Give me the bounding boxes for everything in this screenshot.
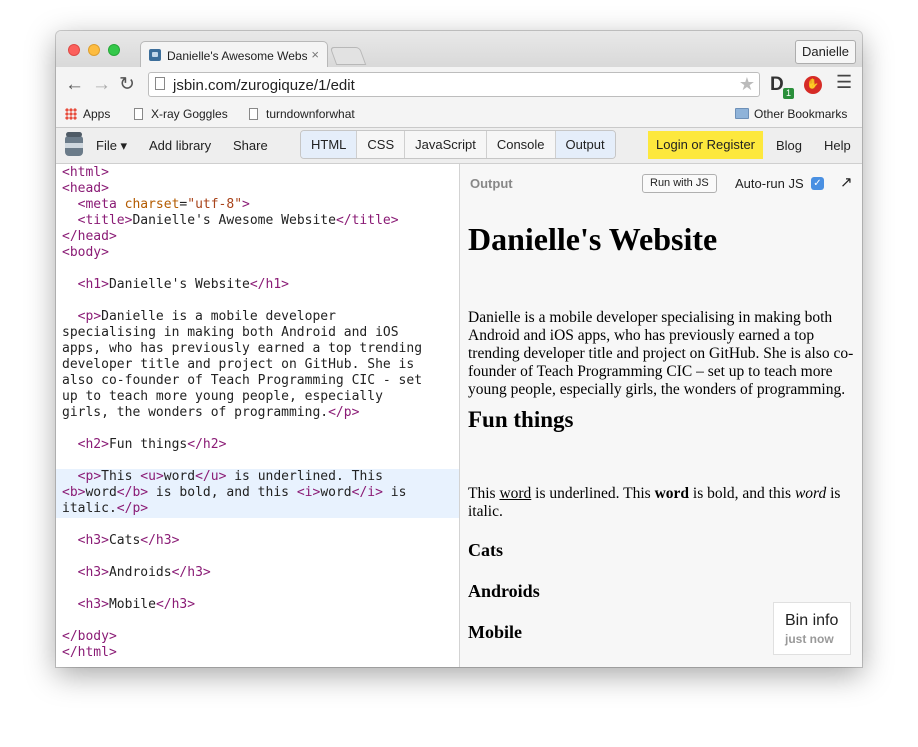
tab-html[interactable]: HTML — [301, 131, 358, 158]
extension-d-icon[interactable]: D — [770, 74, 784, 96]
tab-close-icon[interactable]: × — [311, 47, 319, 62]
run-with-js-button[interactable]: Run with JS — [642, 174, 717, 193]
output-heading-2: Fun things — [468, 407, 574, 432]
code-line[interactable]: <body> — [62, 245, 458, 261]
login-register-button[interactable]: Login or Register — [648, 131, 763, 159]
code-line[interactable]: apps, who has previously earned a top tr… — [62, 341, 458, 357]
code-line[interactable]: <h2>Fun things</h2> — [62, 437, 458, 453]
blog-link[interactable]: Blog — [776, 138, 802, 153]
output-label: Output — [470, 176, 513, 191]
code-line[interactable]: developer title and project on GitHub. S… — [62, 357, 458, 373]
reload-icon[interactable]: ↻ — [119, 75, 135, 95]
code-line[interactable]: up to teach more young people, especiall… — [62, 389, 458, 405]
page-icon — [134, 108, 143, 120]
bin-info-panel[interactable]: Bin info just now — [773, 602, 851, 655]
bookmark-apps[interactable]: Apps — [65, 107, 110, 121]
window-close-button[interactable] — [68, 44, 80, 56]
code-line[interactable]: </head> — [62, 229, 458, 245]
output-heading-1: Danielle's Website — [468, 221, 718, 257]
code-line[interactable]: also co-founder of Teach Programming CIC… — [62, 373, 458, 389]
jsbin-favicon-icon — [149, 49, 161, 61]
new-tab-button[interactable] — [329, 47, 367, 65]
tab-strip: Danielle's Awesome Websi × Danielle — [56, 31, 862, 68]
file-menu[interactable]: File ▾ — [96, 138, 127, 154]
hamburger-menu-icon[interactable]: ☰ — [836, 72, 852, 93]
code-line[interactable]: </html> — [62, 645, 458, 661]
italic-word: word — [794, 485, 827, 502]
output-pane: Output Run with JS Auto-run JS ✓ ↗ Danie… — [460, 164, 862, 667]
tab-title: Danielle's Awesome Websi — [167, 49, 307, 63]
code-line[interactable]: <b>word</b> is bold, and this <i>word</i… — [62, 485, 458, 501]
code-line[interactable]: <p>Danielle is a mobile developer — [62, 309, 458, 325]
address-bar[interactable]: jsbin.com/zurogiquze/1/edit ★ — [148, 72, 760, 97]
bookmarks-bar: Apps X-ray Goggles turndownforwhat Other… — [56, 103, 862, 128]
back-arrow-icon[interactable]: ← — [65, 75, 84, 95]
code-line[interactable]: <h1>Danielle's Website</h1> — [62, 277, 458, 293]
panel-toggle-group: HTML CSS JavaScript Console Output — [300, 130, 616, 159]
autorun-checkbox[interactable]: ✓ — [811, 177, 824, 190]
code-line[interactable]: <html> — [62, 165, 458, 181]
extension-badge: 1 — [783, 88, 794, 99]
tab-css[interactable]: CSS — [357, 131, 406, 158]
code-line[interactable]: <meta charset="utf-8"> — [62, 197, 458, 213]
tab-console[interactable]: Console — [487, 131, 556, 158]
popout-arrow-icon[interactable]: ↗ — [840, 173, 853, 191]
add-library-button[interactable]: Add library — [149, 138, 211, 153]
forward-arrow-icon[interactable]: → — [92, 75, 111, 95]
html-editor[interactable]: <html> <head> <meta charset="utf-8"> <tit… — [56, 164, 460, 667]
code-line[interactable]: italic.</p> — [62, 501, 458, 517]
address-bar-url: jsbin.com/zurogiquze/1/edit — [173, 77, 355, 94]
bold-word: word — [654, 485, 690, 502]
code-line[interactable]: <h3>Cats</h3> — [62, 533, 458, 549]
browser-window: Danielle's Awesome Websi × Danielle ← → … — [56, 31, 862, 667]
code-line[interactable]: <head> — [62, 181, 458, 197]
code-line[interactable]: <h3>Androids</h3> — [62, 565, 458, 581]
share-button[interactable]: Share — [233, 138, 268, 153]
output-heading-cats: Cats — [468, 540, 503, 560]
bin-info-time: just now — [785, 632, 834, 646]
other-bookmarks[interactable]: Other Bookmarks — [735, 107, 847, 121]
code-line[interactable]: <title>Danielle's Awesome Website</title… — [62, 213, 458, 229]
code-line[interactable]: </body> — [62, 629, 458, 645]
help-link[interactable]: Help — [824, 138, 851, 153]
bookmark-xray-goggles[interactable]: X-ray Goggles — [134, 107, 228, 121]
window-minimize-button[interactable] — [88, 44, 100, 56]
extension-stop-icon[interactable]: ✋ — [804, 76, 822, 94]
bookmark-turndownforwhat[interactable]: turndownforwhat — [249, 107, 355, 121]
window-maximize-button[interactable] — [108, 44, 120, 56]
tab-output[interactable]: Output — [555, 131, 615, 158]
browser-tab[interactable]: Danielle's Awesome Websi × — [140, 41, 328, 68]
apps-grid-icon — [65, 108, 77, 120]
tab-javascript[interactable]: JavaScript — [405, 131, 487, 158]
code-line[interactable]: girls, the wonders of programming.</p> — [62, 405, 458, 421]
code-line[interactable]: <p>This <u>word</u> is underlined. This — [62, 469, 458, 485]
output-heading-mobile: Mobile — [468, 622, 522, 642]
output-heading-androids: Androids — [468, 581, 540, 601]
page-icon — [249, 108, 258, 120]
bin-info-title: Bin info — [785, 612, 839, 629]
bookmark-star-icon[interactable]: ★ — [739, 74, 755, 95]
underlined-word: word — [499, 485, 532, 502]
autorun-label: Auto-run JS — [735, 176, 804, 191]
folder-icon — [735, 108, 749, 119]
profile-button[interactable]: Danielle — [795, 40, 856, 64]
code-line[interactable]: specialising in making both Android and … — [62, 325, 458, 341]
page-icon — [155, 77, 165, 90]
browser-toolbar: ← → ↻ jsbin.com/zurogiquze/1/edit ★ D 1 … — [56, 67, 862, 103]
output-paragraph-1: Danielle is a mobile developer specialis… — [468, 309, 854, 398]
code-line[interactable]: <h3>Mobile</h3> — [62, 597, 458, 613]
jsbin-logo-icon[interactable] — [65, 132, 83, 158]
jsbin-toolbar: File ▾ Add library Share HTML CSS JavaSc… — [56, 128, 862, 164]
output-paragraph-2: This word is underlined. This word is bo… — [468, 485, 841, 520]
